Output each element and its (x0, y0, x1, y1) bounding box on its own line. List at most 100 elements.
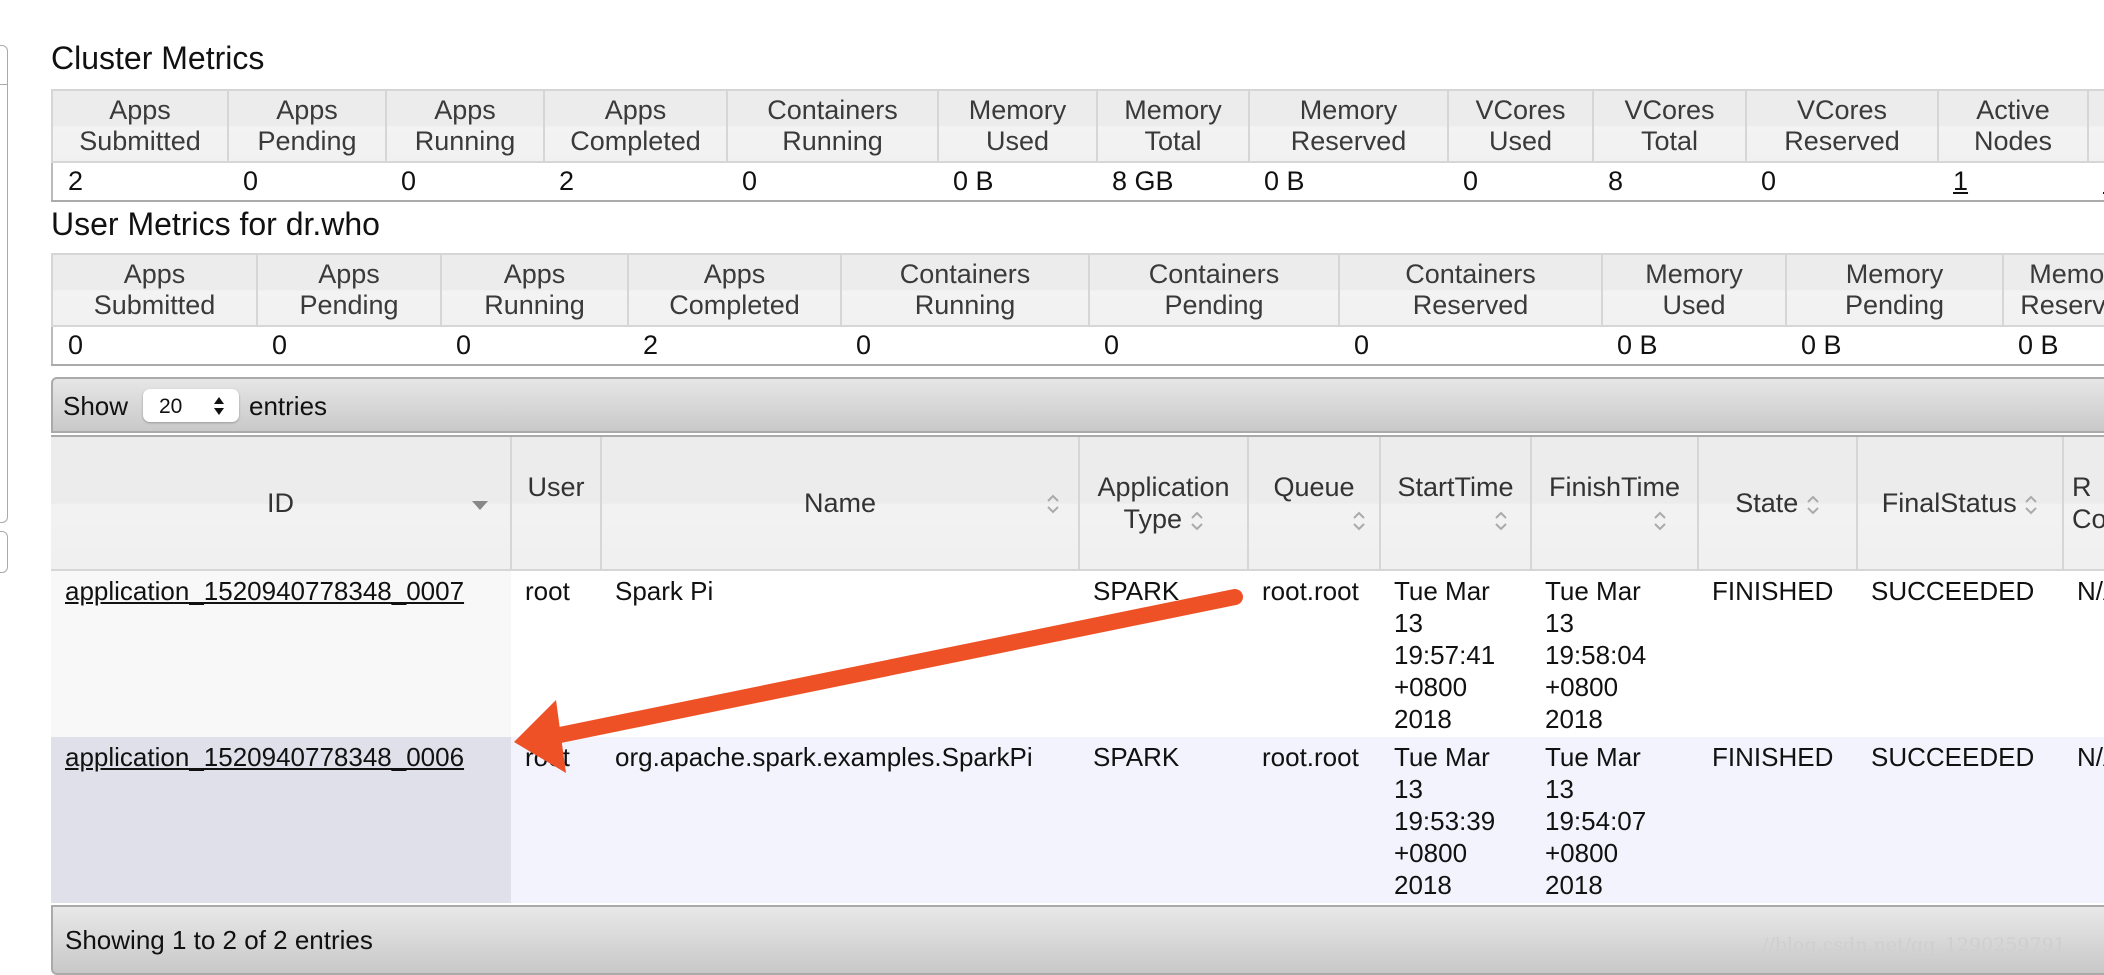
header-text: Reserved (1290, 126, 1407, 156)
column-header-memory-used: Memory Used (937, 89, 1098, 163)
values-row: 00020000 B0 B0 B (52, 326, 2104, 366)
column-header-apps-completed: Apps Completed (543, 89, 728, 163)
header-text: Running (414, 126, 516, 156)
column-header-r-co[interactable]: R Co (2063, 437, 2104, 571)
column-header-finishtime[interactable]: FinishTime (1531, 437, 1699, 571)
sort-both-icon (2025, 495, 2038, 515)
applications-table: ID User Name Application Type Queue StartTim… (51, 437, 2104, 903)
metric-link[interactable]: 1 (1953, 166, 1968, 196)
column-header-name[interactable]: Name (601, 437, 1080, 571)
header-text: Name (803, 488, 877, 518)
header-text: Submitted (79, 126, 201, 156)
header-text: Apps (604, 95, 667, 125)
column-header-finalstatus[interactable]: FinalStatus (1857, 437, 2064, 571)
user-metrics-table: Apps Submitted Apps Pending Apps Running Apps C… (51, 253, 2104, 366)
column-header-memory-pending: Memory Pending (1785, 253, 2004, 327)
time-line: +0800 (1394, 838, 1468, 868)
metric-value-apps-submitted: 0 (52, 326, 257, 366)
column-header-memory-reserved: MemoryReserved (2002, 253, 2104, 327)
time-line: 19:58:04 (1545, 640, 1647, 670)
header-text: Completed (669, 290, 800, 320)
sidebar-panel (0, 45, 8, 523)
header-text: Running (484, 290, 585, 320)
metric-value-apps-running: 0 (441, 326, 628, 366)
finish-time-cell: Tue Mar 13 19:58:04 +0800 2018 (1531, 570, 1698, 737)
start-time-cell: Tue Mar 13 19:57:41 +0800 2018 (1380, 570, 1531, 737)
queue-cell: root.root (1248, 737, 1380, 903)
header-text: Memory (1845, 259, 1944, 289)
column-header-apps-running: Apps Running (385, 89, 545, 163)
column-header-user[interactable]: User (511, 437, 602, 571)
user-metrics-table-wrap: Apps Submitted Apps Pending Apps Running Apps C… (51, 253, 2104, 366)
time-line: 19:53:39 (1394, 806, 1496, 836)
header-text: VCores (1796, 95, 1888, 125)
column-header-apps-completed: Apps Completed (627, 253, 842, 327)
column-header-containers-running: Containers Running (840, 253, 1090, 327)
time-line: +0800 (1545, 672, 1619, 702)
metric-value-containers-running: 0 (841, 326, 1089, 366)
final-status-cell: SUCCEEDED (1857, 570, 2063, 737)
column-header-apps-submitted: Apps Submitted (51, 89, 229, 163)
time-line: +0800 (1394, 672, 1468, 702)
metric-value-apps-completed: 2 (544, 162, 727, 202)
header-text: Completed (570, 126, 701, 156)
column-header-id[interactable]: ID (51, 437, 512, 571)
header-text: Reserved (1784, 126, 1900, 156)
column-header-unnamed (2087, 89, 2104, 163)
app-id-link[interactable]: application_1520940778348_0007 (65, 576, 464, 606)
truncated-cell: N/A (2063, 737, 2104, 903)
metric-value-vcores-reserved: 0 (1746, 162, 1938, 202)
truncated-cell: N/A (2063, 570, 2104, 737)
time-line: Tue Mar (1394, 742, 1490, 772)
metric-value-containers-running: 0 (727, 162, 938, 202)
name-cell: Spark Pi (601, 570, 1079, 737)
sidebar-divider (0, 84, 7, 85)
column-header-containers-pending: Containers Pending (1088, 253, 1340, 327)
header-text: Memory (1124, 95, 1222, 125)
header-text: Memory (1645, 259, 1743, 289)
metric-value-memory-pending: 0 B (1786, 326, 2003, 366)
header-text: Memory (1299, 95, 1398, 125)
column-header-state[interactable]: State (1698, 437, 1858, 571)
values-row: 200200 B8 GB0 B08010 (52, 162, 2104, 202)
cluster-metrics-title: Cluster Metrics (51, 40, 265, 76)
sidebar-panel-2 (0, 531, 8, 573)
metric-value-vcores-total: 8 (1593, 162, 1746, 202)
time-line: 19:54:07 (1545, 806, 1647, 836)
header-text: Apps (123, 259, 186, 289)
table-row: application_1520940778348_0007 root Spark … (51, 570, 2104, 737)
column-header-apps-submitted: Apps Submitted (51, 253, 258, 327)
sort-descending-icon (472, 501, 488, 510)
time-line: 13 (1545, 774, 1574, 804)
time-line: 2018 (1394, 870, 1452, 900)
header-text: Containers (899, 259, 1031, 289)
column-header-application-type[interactable]: Application Type (1079, 437, 1249, 571)
time-line: 2018 (1394, 704, 1452, 734)
app-id-link[interactable]: application_1520940778348_0006 (65, 742, 464, 772)
time-line: 13 (1394, 774, 1423, 804)
time-line: 13 (1394, 608, 1423, 638)
user-cell: root (511, 737, 601, 903)
metric-value-memory-reserved: 0 B (2003, 326, 2104, 366)
header-row: ID User Name Application Type Queue StartTim… (51, 437, 2104, 571)
entries-per-page-select[interactable]: 20 (143, 389, 239, 422)
column-header-starttime[interactable]: StartTime (1380, 437, 1532, 571)
entries-select-value: 20 (159, 395, 183, 418)
header-text: State (1735, 488, 1799, 518)
column-header-memory-reserved: MemoryReserved (1248, 89, 1449, 163)
user-metrics-title: User Metrics for dr.who (51, 206, 380, 242)
header-row: Apps Submitted Apps Pending Apps Running Apps C… (51, 253, 2104, 327)
header-text: Used (1662, 290, 1726, 320)
table-toolbar: Show 20 entries (51, 377, 2104, 433)
sort-both-icon (1047, 494, 1059, 514)
column-header-vcores-used: VCores Used (1447, 89, 1594, 163)
header-text: Total (1640, 126, 1699, 156)
metric-value-apps-running: 0 (386, 162, 544, 202)
metric-value-memory-used: 0 B (938, 162, 1097, 202)
column-header-memory-used: Memory Used (1601, 253, 1787, 327)
cluster-metrics-table-wrap: Apps Submitted Apps Pending Apps Running Apps C… (51, 89, 2104, 202)
header-text: Apps (503, 259, 566, 289)
header-text: Pending (299, 290, 399, 320)
column-header-queue[interactable]: Queue (1248, 437, 1381, 571)
time-line: 2018 (1545, 870, 1603, 900)
